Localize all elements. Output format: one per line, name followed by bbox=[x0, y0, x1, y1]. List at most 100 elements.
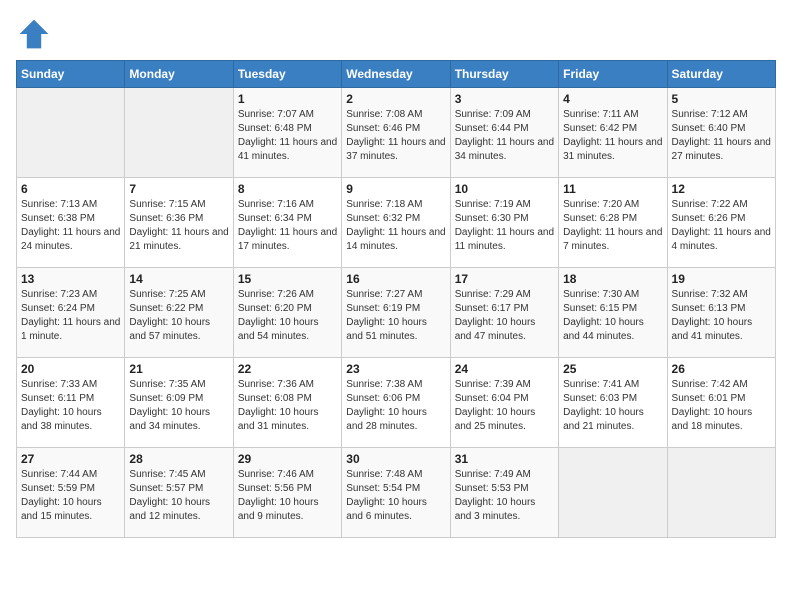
day-number: 2 bbox=[346, 92, 445, 106]
calendar-cell: 13 Sunrise: 7:23 AM Sunset: 6:24 PM Dayli… bbox=[17, 268, 125, 358]
day-number: 12 bbox=[672, 182, 771, 196]
calendar-body: 1 Sunrise: 7:07 AM Sunset: 6:48 PM Daylig… bbox=[17, 88, 776, 538]
calendar-cell bbox=[17, 88, 125, 178]
day-info: Sunrise: 7:49 AM Sunset: 5:53 PM Dayligh… bbox=[455, 468, 554, 524]
day-number: 18 bbox=[563, 272, 662, 286]
day-info: Sunrise: 7:11 AM Sunset: 6:42 PM Dayligh… bbox=[563, 108, 662, 164]
calendar-week-4: 20 Sunrise: 7:33 AM Sunset: 6:11 PM Dayli… bbox=[17, 358, 776, 448]
calendar-cell: 15 Sunrise: 7:26 AM Sunset: 6:20 PM Dayli… bbox=[233, 268, 341, 358]
day-number: 7 bbox=[129, 182, 228, 196]
day-info: Sunrise: 7:42 AM Sunset: 6:01 PM Dayligh… bbox=[672, 378, 771, 434]
calendar-cell bbox=[559, 448, 667, 538]
day-header-monday: Monday bbox=[125, 61, 233, 88]
day-number: 31 bbox=[455, 452, 554, 466]
day-number: 13 bbox=[21, 272, 120, 286]
calendar-cell: 27 Sunrise: 7:44 AM Sunset: 5:59 PM Dayli… bbox=[17, 448, 125, 538]
day-number: 25 bbox=[563, 362, 662, 376]
logo-icon bbox=[16, 16, 52, 52]
day-info: Sunrise: 7:07 AM Sunset: 6:48 PM Dayligh… bbox=[238, 108, 337, 164]
calendar-cell bbox=[667, 448, 775, 538]
day-info: Sunrise: 7:26 AM Sunset: 6:20 PM Dayligh… bbox=[238, 288, 337, 344]
calendar-cell: 20 Sunrise: 7:33 AM Sunset: 6:11 PM Dayli… bbox=[17, 358, 125, 448]
day-number: 29 bbox=[238, 452, 337, 466]
day-number: 22 bbox=[238, 362, 337, 376]
calendar-cell: 30 Sunrise: 7:48 AM Sunset: 5:54 PM Dayli… bbox=[342, 448, 450, 538]
day-info: Sunrise: 7:23 AM Sunset: 6:24 PM Dayligh… bbox=[21, 288, 120, 344]
calendar-week-5: 27 Sunrise: 7:44 AM Sunset: 5:59 PM Dayli… bbox=[17, 448, 776, 538]
day-header-friday: Friday bbox=[559, 61, 667, 88]
day-header-wednesday: Wednesday bbox=[342, 61, 450, 88]
day-number: 11 bbox=[563, 182, 662, 196]
day-header-thursday: Thursday bbox=[450, 61, 558, 88]
calendar-cell: 23 Sunrise: 7:38 AM Sunset: 6:06 PM Dayli… bbox=[342, 358, 450, 448]
day-number: 5 bbox=[672, 92, 771, 106]
calendar-header: SundayMondayTuesdayWednesdayThursdayFrid… bbox=[17, 61, 776, 88]
day-info: Sunrise: 7:32 AM Sunset: 6:13 PM Dayligh… bbox=[672, 288, 771, 344]
day-number: 30 bbox=[346, 452, 445, 466]
day-info: Sunrise: 7:39 AM Sunset: 6:04 PM Dayligh… bbox=[455, 378, 554, 434]
calendar-cell: 6 Sunrise: 7:13 AM Sunset: 6:38 PM Daylig… bbox=[17, 178, 125, 268]
day-number: 8 bbox=[238, 182, 337, 196]
logo bbox=[16, 16, 56, 52]
day-info: Sunrise: 7:27 AM Sunset: 6:19 PM Dayligh… bbox=[346, 288, 445, 344]
day-info: Sunrise: 7:41 AM Sunset: 6:03 PM Dayligh… bbox=[563, 378, 662, 434]
day-info: Sunrise: 7:48 AM Sunset: 5:54 PM Dayligh… bbox=[346, 468, 445, 524]
calendar-cell: 12 Sunrise: 7:22 AM Sunset: 6:26 PM Dayli… bbox=[667, 178, 775, 268]
day-number: 16 bbox=[346, 272, 445, 286]
day-info: Sunrise: 7:30 AM Sunset: 6:15 PM Dayligh… bbox=[563, 288, 662, 344]
day-info: Sunrise: 7:13 AM Sunset: 6:38 PM Dayligh… bbox=[21, 198, 120, 254]
day-info: Sunrise: 7:22 AM Sunset: 6:26 PM Dayligh… bbox=[672, 198, 771, 254]
day-header-saturday: Saturday bbox=[667, 61, 775, 88]
day-number: 23 bbox=[346, 362, 445, 376]
day-info: Sunrise: 7:38 AM Sunset: 6:06 PM Dayligh… bbox=[346, 378, 445, 434]
day-info: Sunrise: 7:12 AM Sunset: 6:40 PM Dayligh… bbox=[672, 108, 771, 164]
page-header bbox=[16, 16, 776, 52]
day-number: 4 bbox=[563, 92, 662, 106]
day-number: 27 bbox=[21, 452, 120, 466]
day-info: Sunrise: 7:15 AM Sunset: 6:36 PM Dayligh… bbox=[129, 198, 228, 254]
calendar-cell: 26Sunrise: 7:42 AM Sunset: 6:01 PM Dayli… bbox=[667, 358, 775, 448]
calendar-cell bbox=[125, 88, 233, 178]
day-header-sunday: Sunday bbox=[17, 61, 125, 88]
calendar-cell: 11 Sunrise: 7:20 AM Sunset: 6:28 PM Dayli… bbox=[559, 178, 667, 268]
day-info: Sunrise: 7:45 AM Sunset: 5:57 PM Dayligh… bbox=[129, 468, 228, 524]
day-number: 17 bbox=[455, 272, 554, 286]
day-number: 10 bbox=[455, 182, 554, 196]
day-info: Sunrise: 7:33 AM Sunset: 6:11 PM Dayligh… bbox=[21, 378, 120, 434]
day-info: Sunrise: 7:19 AM Sunset: 6:30 PM Dayligh… bbox=[455, 198, 554, 254]
day-number: 3 bbox=[455, 92, 554, 106]
day-number: 6 bbox=[21, 182, 120, 196]
calendar-cell: 9 Sunrise: 7:18 AM Sunset: 6:32 PM Daylig… bbox=[342, 178, 450, 268]
calendar-week-1: 1 Sunrise: 7:07 AM Sunset: 6:48 PM Daylig… bbox=[17, 88, 776, 178]
calendar-cell: 8 Sunrise: 7:16 AM Sunset: 6:34 PM Daylig… bbox=[233, 178, 341, 268]
calendar-cell: 18 Sunrise: 7:30 AM Sunset: 6:15 PM Dayli… bbox=[559, 268, 667, 358]
calendar-week-2: 6 Sunrise: 7:13 AM Sunset: 6:38 PM Daylig… bbox=[17, 178, 776, 268]
day-info: Sunrise: 7:29 AM Sunset: 6:17 PM Dayligh… bbox=[455, 288, 554, 344]
calendar-cell: 19 Sunrise: 7:32 AM Sunset: 6:13 PM Dayli… bbox=[667, 268, 775, 358]
calendar-cell: 7 Sunrise: 7:15 AM Sunset: 6:36 PM Daylig… bbox=[125, 178, 233, 268]
day-info: Sunrise: 7:16 AM Sunset: 6:34 PM Dayligh… bbox=[238, 198, 337, 254]
calendar-cell: 10 Sunrise: 7:19 AM Sunset: 6:30 PM Dayli… bbox=[450, 178, 558, 268]
day-number: 15 bbox=[238, 272, 337, 286]
day-info: Sunrise: 7:20 AM Sunset: 6:28 PM Dayligh… bbox=[563, 198, 662, 254]
day-number: 19 bbox=[672, 272, 771, 286]
calendar-cell: 1 Sunrise: 7:07 AM Sunset: 6:48 PM Daylig… bbox=[233, 88, 341, 178]
day-info: Sunrise: 7:35 AM Sunset: 6:09 PM Dayligh… bbox=[129, 378, 228, 434]
day-info: Sunrise: 7:09 AM Sunset: 6:44 PM Dayligh… bbox=[455, 108, 554, 164]
calendar-cell: 16 Sunrise: 7:27 AM Sunset: 6:19 PM Dayli… bbox=[342, 268, 450, 358]
day-info: Sunrise: 7:44 AM Sunset: 5:59 PM Dayligh… bbox=[21, 468, 120, 524]
day-header-tuesday: Tuesday bbox=[233, 61, 341, 88]
calendar-cell: 14Sunrise: 7:25 AM Sunset: 6:22 PM Dayli… bbox=[125, 268, 233, 358]
day-number: 9 bbox=[346, 182, 445, 196]
day-number: 1 bbox=[238, 92, 337, 106]
calendar-cell: 31 Sunrise: 7:49 AM Sunset: 5:53 PM Dayli… bbox=[450, 448, 558, 538]
day-number: 21 bbox=[129, 362, 228, 376]
calendar-cell: 25 Sunrise: 7:41 AM Sunset: 6:03 PM Dayli… bbox=[559, 358, 667, 448]
day-number: 20 bbox=[21, 362, 120, 376]
days-of-week-row: SundayMondayTuesdayWednesdayThursdayFrid… bbox=[17, 61, 776, 88]
day-number: 28 bbox=[129, 452, 228, 466]
day-info: Sunrise: 7:08 AM Sunset: 6:46 PM Dayligh… bbox=[346, 108, 445, 164]
calendar-cell: 22Sunrise: 7:36 AM Sunset: 6:08 PM Dayli… bbox=[233, 358, 341, 448]
day-info: Sunrise: 7:18 AM Sunset: 6:32 PM Dayligh… bbox=[346, 198, 445, 254]
calendar-table: SundayMondayTuesdayWednesdayThursdayFrid… bbox=[16, 60, 776, 538]
